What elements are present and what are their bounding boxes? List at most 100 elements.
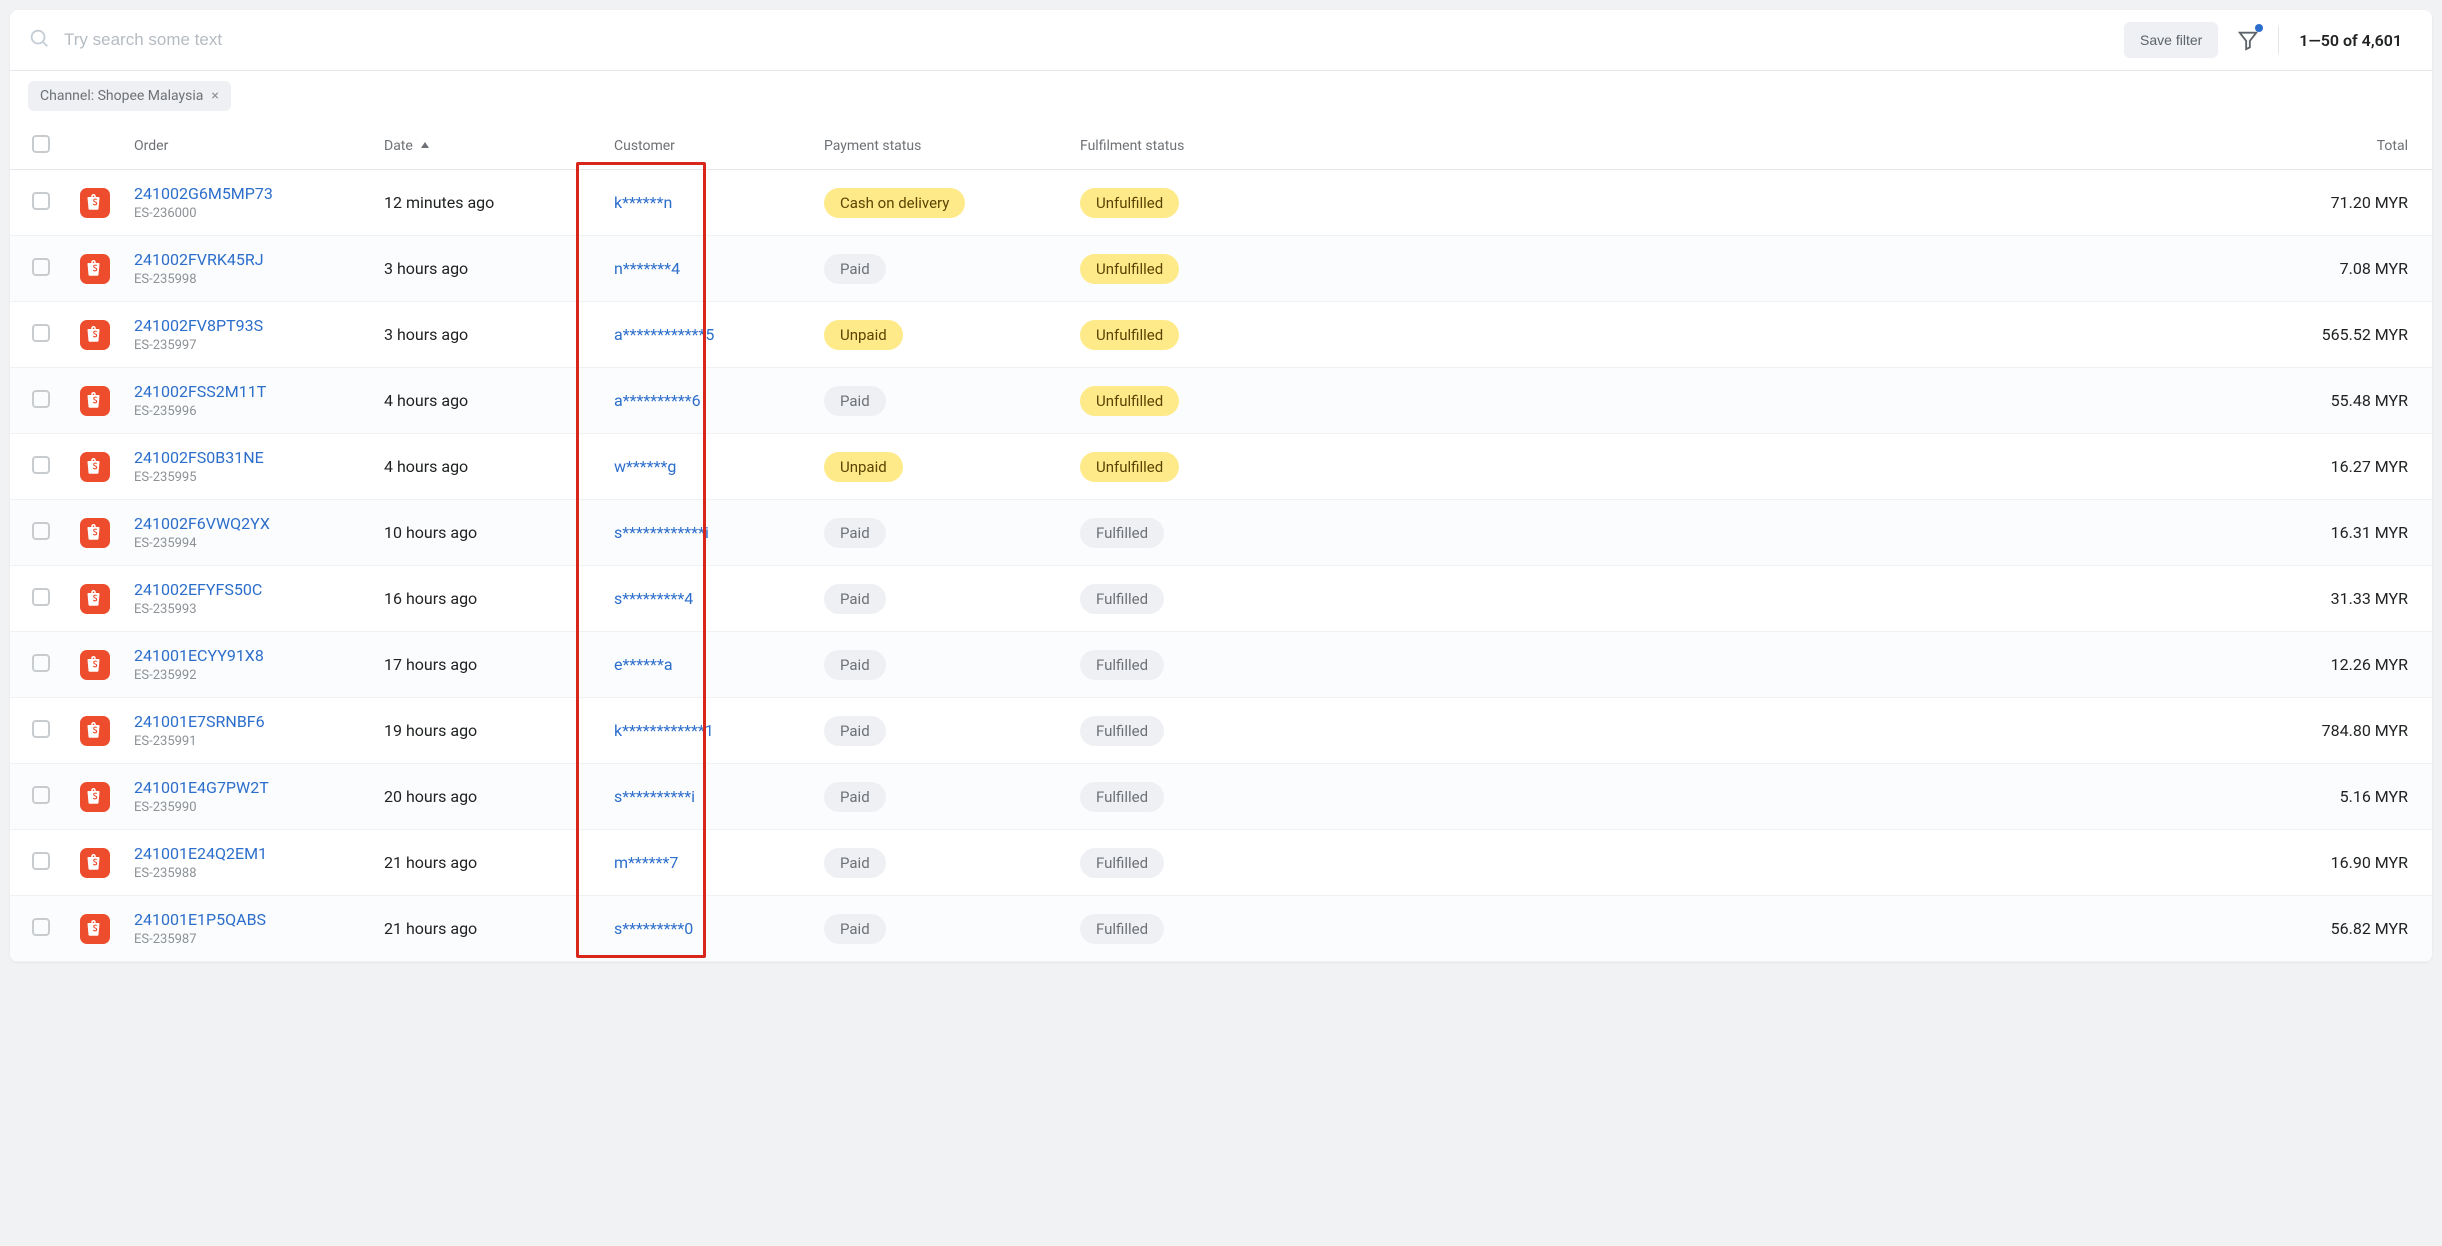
order-ref: ES-235997 [134, 338, 360, 353]
customer-link[interactable]: a************5 [614, 325, 714, 344]
payment-status-badge: Paid [824, 386, 886, 416]
table-row[interactable]: 241001E4G7PW2TES-23599020 hours agos****… [10, 764, 2432, 830]
fulfilment-status-badge: Fulfilled [1080, 518, 1164, 548]
order-total: 16.27 MYR [1328, 434, 2432, 500]
order-id-link[interactable]: 241002EFYFS50C [134, 580, 360, 599]
row-checkbox[interactable] [32, 918, 50, 936]
active-filters-row: Channel: Shopee Malaysia × [10, 71, 2432, 123]
order-ref: ES-235991 [134, 734, 360, 749]
payment-status-badge: Paid [824, 848, 886, 878]
shopee-icon [80, 650, 110, 680]
table-row[interactable]: 241002FS0B31NE ES-235995 4 hours ago w*****… [10, 434, 2432, 500]
select-all-checkbox[interactable] [32, 135, 50, 153]
customer-link[interactable]: s**********i [614, 787, 695, 806]
table-row[interactable]: 241001E24Q2EM1ES-23598821 hours agom****… [10, 830, 2432, 896]
order-total: 12.26 MYR [1328, 632, 2432, 698]
order-id-link[interactable]: 241002FVRK45RJ [134, 250, 360, 269]
col-total[interactable]: Total [1328, 123, 2432, 170]
customer-link[interactable]: n*******4 [614, 259, 680, 278]
filter-chip-channel[interactable]: Channel: Shopee Malaysia × [28, 81, 231, 111]
row-checkbox[interactable] [32, 654, 50, 672]
topbar: Save filter 1—50 of 4,601 [10, 10, 2432, 71]
table-row[interactable]: 241002FSS2M11TES-2359964 hours agoa*****… [10, 368, 2432, 434]
order-total: 31.33 MYR [1328, 566, 2432, 632]
table-row[interactable]: 241001E7SRNBF6ES-23599119 hours agok****… [10, 698, 2432, 764]
order-id-link[interactable]: 241001E1P5QABS [134, 910, 360, 929]
order-date: 3 hours ago [384, 259, 468, 278]
divider [2278, 26, 2279, 54]
customer-link[interactable]: w******g [614, 457, 676, 476]
order-ref: ES-235995 [134, 470, 360, 485]
order-total: 71.20 MYR [1328, 170, 2432, 236]
order-id-link[interactable]: 241001ECYY91X8 [134, 646, 360, 665]
table-row[interactable]: 241002FVRK45RJES-2359983 hours agon*****… [10, 236, 2432, 302]
customer-link[interactable]: s*********4 [614, 589, 693, 608]
payment-status-badge: Paid [824, 914, 886, 944]
col-fulfilment[interactable]: Fulfilment status [1068, 123, 1328, 170]
payment-status-badge: Paid [824, 518, 886, 548]
table-row[interactable]: 241002G6M5MP73 ES-236000 12 minutes ago k**… [10, 170, 2432, 236]
filter-button[interactable] [2230, 22, 2266, 58]
customer-link[interactable]: k******n [614, 193, 672, 212]
search-input[interactable] [64, 30, 2112, 50]
order-id-link[interactable]: 241002F6VWQ2YX [134, 514, 360, 533]
col-customer[interactable]: Customer [602, 123, 812, 170]
payment-status-badge: Unpaid [824, 452, 903, 482]
order-ref: ES-236000 [134, 206, 360, 221]
shopee-icon [80, 914, 110, 944]
payment-status-badge: Paid [824, 716, 886, 746]
order-id-link[interactable]: 241001E4G7PW2T [134, 778, 360, 797]
save-filter-button[interactable]: Save filter [2124, 22, 2218, 58]
table-row[interactable]: 241002EFYFS50CES-23599316 hours agos****… [10, 566, 2432, 632]
row-checkbox[interactable] [32, 192, 50, 210]
customer-link[interactable]: a**********6 [614, 391, 701, 410]
row-checkbox[interactable] [32, 258, 50, 276]
row-checkbox[interactable] [32, 324, 50, 342]
customer-link[interactable]: m******7 [614, 853, 678, 872]
payment-status-badge: Cash on delivery [824, 188, 965, 218]
customer-link[interactable]: s************i [614, 523, 709, 542]
customer-link[interactable]: e******a [614, 655, 673, 674]
order-date: 12 minutes ago [384, 193, 494, 212]
row-checkbox[interactable] [32, 720, 50, 738]
table-row[interactable]: 241002F6VWQ2YXES-23599410 hours agos****… [10, 500, 2432, 566]
order-id-link[interactable]: 241001E24Q2EM1 [134, 844, 360, 863]
order-total: 56.82 MYR [1328, 896, 2432, 962]
table-row[interactable]: 241001ECYY91X8ES-23599217 hours agoe****… [10, 632, 2432, 698]
order-id-link[interactable]: 241002G6M5MP73 [134, 184, 360, 203]
col-checkbox [10, 123, 68, 170]
fulfilment-status-badge: Unfulfilled [1080, 188, 1179, 218]
orders-panel: Save filter 1—50 of 4,601 Channel: Shope… [10, 10, 2432, 962]
row-checkbox[interactable] [32, 390, 50, 408]
order-ref: ES-235993 [134, 602, 360, 617]
col-date[interactable]: Date [372, 123, 602, 170]
col-order[interactable]: Order [122, 123, 372, 170]
table-row[interactable]: 241002FV8PT93SES-2359973 hours agoa*****… [10, 302, 2432, 368]
order-id-link[interactable]: 241002FV8PT93S [134, 316, 360, 335]
col-payment[interactable]: Payment status [812, 123, 1068, 170]
order-id-link[interactable]: 241002FS0B31NE [134, 448, 360, 467]
row-checkbox[interactable] [32, 852, 50, 870]
fulfilment-status-badge: Unfulfilled [1080, 320, 1179, 350]
order-id-link[interactable]: 241001E7SRNBF6 [134, 712, 360, 731]
order-total: 784.80 MYR [1328, 698, 2432, 764]
payment-status-badge: Paid [824, 584, 886, 614]
order-total: 16.31 MYR [1328, 500, 2432, 566]
fulfilment-status-badge: Fulfilled [1080, 716, 1164, 746]
row-checkbox[interactable] [32, 522, 50, 540]
order-id-link[interactable]: 241002FSS2M11T [134, 382, 360, 401]
table-wrapper: Order Date Customer Payment status Fulfi… [10, 123, 2432, 962]
close-icon[interactable]: × [211, 88, 218, 104]
shopee-icon [80, 188, 110, 218]
row-checkbox[interactable] [32, 588, 50, 606]
row-checkbox[interactable] [32, 786, 50, 804]
fulfilment-status-badge: Unfulfilled [1080, 254, 1179, 284]
row-checkbox[interactable] [32, 456, 50, 474]
customer-link[interactable]: k************1 [614, 721, 714, 740]
order-ref: ES-235987 [134, 932, 360, 947]
fulfilment-status-badge: Fulfilled [1080, 848, 1164, 878]
table-row[interactable]: 241001E1P5QABSES-23598721 hours agos****… [10, 896, 2432, 962]
shopee-icon [80, 320, 110, 350]
customer-link[interactable]: s*********0 [614, 919, 693, 938]
order-date: 4 hours ago [384, 457, 468, 476]
